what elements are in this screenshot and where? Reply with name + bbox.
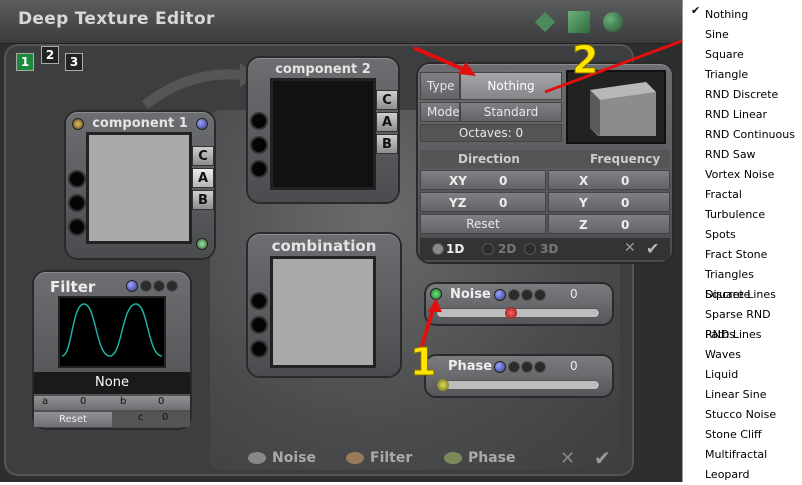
menu-item-stone-cliff[interactable]: Stone Cliff xyxy=(705,425,762,445)
menu-item-triangles-discrete[interactable]: Triangles Discrete xyxy=(705,265,802,301)
menu-item-rnd-saw[interactable]: RND Saw xyxy=(705,145,756,165)
type-dropdown-menu: ✔ Nothing Sine Square Triangle RND Discrete R… xyxy=(682,0,802,482)
menu-item-square-lines[interactable]: Square Lines xyxy=(705,285,776,305)
menu-item-vortex-noise[interactable]: Vortex Noise xyxy=(705,165,774,185)
menu-item-liquid[interactable]: Liquid xyxy=(705,365,738,385)
menu-item-rnd-linear[interactable]: RND Linear xyxy=(705,105,767,125)
menu-item-rnd-continuous[interactable]: RND Continuous xyxy=(705,125,795,145)
menu-item-rnd-discrete[interactable]: RND Discrete xyxy=(705,85,778,105)
menu-item-fract-stone[interactable]: Fract Stone xyxy=(705,245,767,265)
menu-item-linear-sine[interactable]: Linear Sine xyxy=(705,385,766,405)
checked-check-icon: ✔ xyxy=(691,4,701,17)
menu-item-fractal[interactable]: Fractal xyxy=(705,185,742,205)
menu-item-sine[interactable]: Sine xyxy=(705,25,729,45)
menu-item-waves[interactable]: Waves xyxy=(705,345,741,365)
menu-item-stucco-noise[interactable]: Stucco Noise xyxy=(705,405,776,425)
menu-item-rnd-lines[interactable]: RND Lines xyxy=(705,325,762,345)
menu-item-nothing[interactable]: Nothing xyxy=(705,5,748,25)
menu-item-turbulence[interactable]: Turbulence xyxy=(705,205,765,225)
annotation-2: 2 xyxy=(571,38,599,83)
annotation-1: 1 xyxy=(409,340,437,385)
menu-item-sparse-rnd-paths[interactable]: Sparse RND Paths xyxy=(705,305,802,341)
menu-item-square[interactable]: Square xyxy=(705,45,744,65)
menu-item-spots[interactable]: Spots xyxy=(705,225,736,245)
menu-item-leopard[interactable]: Leopard xyxy=(705,465,749,485)
menu-item-triangle[interactable]: Triangle xyxy=(705,65,748,85)
menu-item-multifractal[interactable]: Multifractal xyxy=(705,445,767,465)
